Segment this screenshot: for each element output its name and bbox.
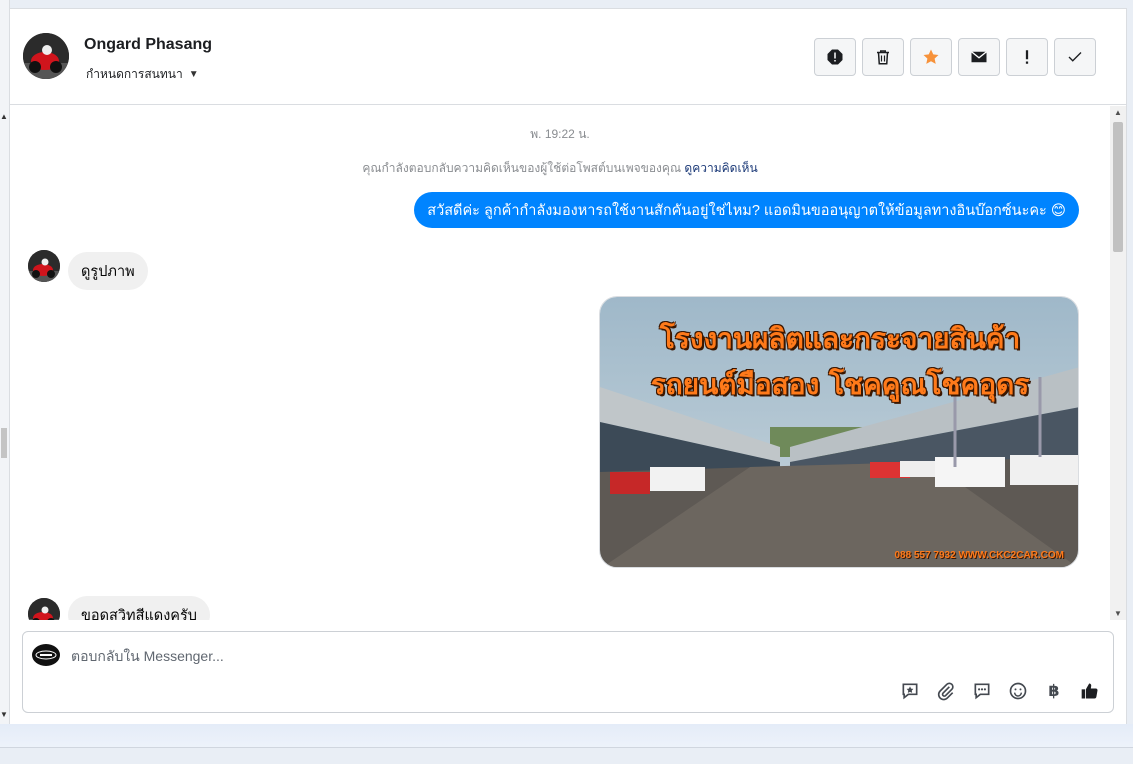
saved-reply-icon: [902, 683, 918, 700]
sender-avatar[interactable]: [28, 250, 60, 282]
conversation-panel: Ongard Phasang กำหนดการสนทนา ▼ พ. 19:22 …: [10, 8, 1127, 724]
image-message[interactable]: โรงงานผลิตและกระจายสินค้า รถยนต์มือสอง โ…: [599, 296, 1079, 568]
scroll-down-icon[interactable]: ▼: [1114, 609, 1122, 618]
quick-reply-icon: [974, 683, 990, 700]
check-icon: [1068, 52, 1082, 62]
left-scroll-down-icon[interactable]: ▼: [0, 710, 8, 719]
attachment-icon: [937, 682, 954, 701]
message-thread[interactable]: พ. 19:22 น. คุณกำลังตอบกลับความคิดเห็นขอ…: [10, 106, 1110, 620]
incoming-message[interactable]: ขอดูสวิทสีแดงครับ: [68, 596, 210, 620]
envelope-icon: [971, 51, 987, 63]
thread-scrollbar[interactable]: ▲ ▼: [1110, 106, 1126, 620]
baht-icon: ฿: [1048, 683, 1060, 700]
assign-conversation-label: กำหนดการสนทนา: [86, 67, 183, 81]
contact-name[interactable]: Ongard Phasang: [84, 36, 212, 54]
composer-tools: ฿: [899, 680, 1101, 702]
image-headline-1: โรงงานผลิตและกระจายสินค้า: [659, 322, 1021, 355]
scroll-up-icon[interactable]: ▲: [1114, 108, 1122, 117]
image-headline-2: รถยนต์มือสอง โชคคูณโชคอุดร: [650, 368, 1030, 401]
emoji-button[interactable]: [1007, 680, 1029, 702]
report-button[interactable]: [814, 38, 856, 76]
star-icon: [923, 49, 939, 64]
quick-reply-button[interactable]: [971, 680, 993, 702]
window-bottom-strip: [0, 724, 1133, 748]
message-timestamp: พ. 19:22 น.: [530, 127, 590, 141]
thumbs-up-icon: [1081, 683, 1098, 699]
left-scroll-thumb[interactable]: [1, 428, 7, 458]
assign-conversation-dropdown[interactable]: กำหนดการสนทนา ▼: [86, 65, 199, 84]
like-button[interactable]: [1079, 680, 1101, 702]
contact-avatar[interactable]: [23, 33, 69, 79]
emoji-icon: [1009, 682, 1027, 700]
saved-reply-button[interactable]: [899, 680, 921, 702]
scroll-thumb[interactable]: [1113, 122, 1123, 252]
page-avatar: [32, 644, 60, 666]
caret-down-icon: ▼: [188, 69, 199, 80]
header-actions: [814, 38, 1096, 76]
reply-context-note: คุณกำลังตอบกลับความคิดเห็นของผู้ใช้ต่อโพ…: [10, 159, 1110, 178]
exclamation-icon: [1025, 50, 1029, 64]
image-footer-contact: 088 557 7932 WWW.CKC2CAR.COM: [894, 550, 1065, 561]
outgoing-message[interactable]: สวัสดีค่ะ ลูกค้ากำลังมองหารถใช้งานสักคัน…: [414, 192, 1079, 228]
mark-done-button[interactable]: [1054, 38, 1096, 76]
reply-input[interactable]: [71, 646, 971, 666]
report-icon: [827, 49, 843, 65]
left-page-edge: ▲ ▼: [0, 0, 10, 724]
attachment-button[interactable]: [935, 680, 957, 702]
reply-context-text: คุณกำลังตอบกลับความคิดเห็นของผู้ใช้ต่อโพ…: [362, 161, 682, 175]
conversation-header: Ongard Phasang กำหนดการสนทนา ▼: [10, 9, 1127, 105]
payment-button[interactable]: ฿: [1043, 680, 1065, 702]
message-composer: ฿: [22, 631, 1114, 713]
trash-icon: [877, 50, 889, 65]
sender-avatar[interactable]: [28, 598, 60, 620]
spam-button[interactable]: [1006, 38, 1048, 76]
star-button[interactable]: [910, 38, 952, 76]
delete-button[interactable]: [862, 38, 904, 76]
left-scroll-up-icon[interactable]: ▲: [0, 112, 8, 121]
incoming-message[interactable]: ดูรูปภาพ: [68, 252, 148, 290]
mark-unread-button[interactable]: [958, 38, 1000, 76]
view-comment-link[interactable]: ดูความคิดเห็น: [684, 161, 757, 175]
